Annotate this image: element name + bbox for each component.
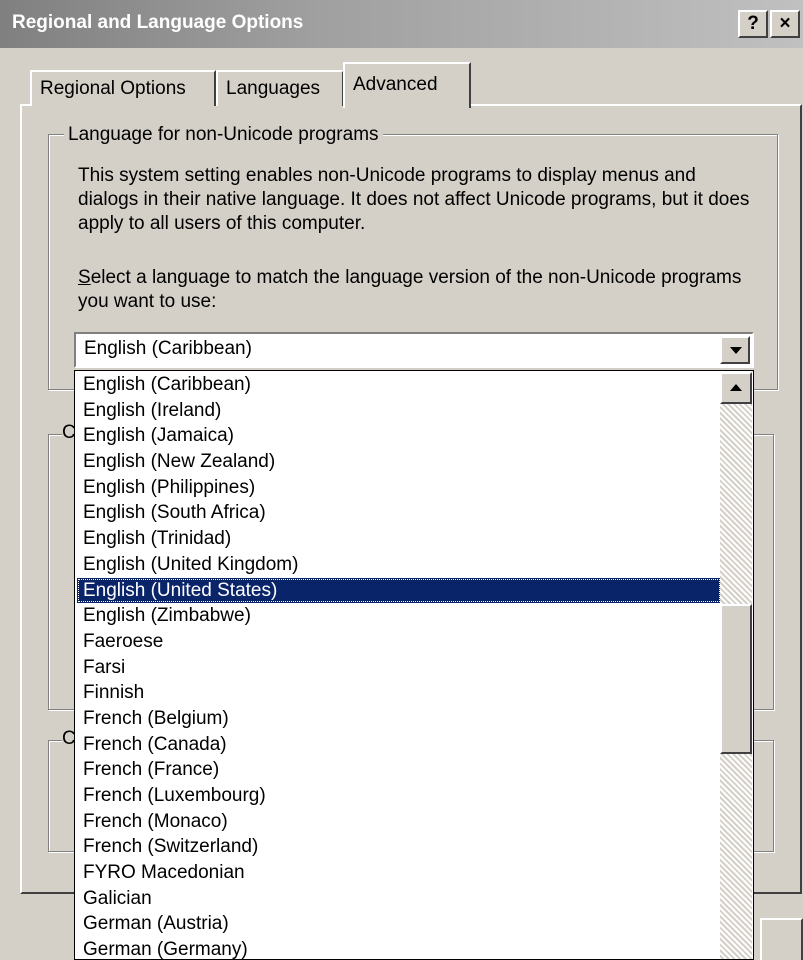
language-options: English (Caribbean) English (Ireland) Engl… (77, 372, 721, 959)
language-select-prompt: Select a language to match the language … (78, 266, 758, 314)
prompt-text: elect a language to match the language v… (78, 267, 742, 312)
dropdown-option[interactable]: Galician (77, 886, 721, 912)
dropdown-option[interactable]: English (Caribbean) (77, 372, 721, 398)
tab-regional-options[interactable]: Regional Options (30, 70, 216, 106)
dropdown-option[interactable]: English (United Kingdom) (77, 552, 721, 578)
dropdown-option[interactable]: French (Switzerland) (77, 834, 721, 860)
dropdown-option[interactable]: French (Belgium) (77, 706, 721, 732)
dropdown-option[interactable]: German (Austria) (77, 911, 721, 937)
dropdown-option[interactable]: English (Jamaica) (77, 423, 721, 449)
dropdown-option[interactable]: French (Luxembourg) (77, 783, 721, 809)
scroll-up-button[interactable] (720, 372, 752, 404)
group2-legend-stub: C (62, 422, 76, 446)
prompt-access-key: S (78, 267, 91, 288)
apply-button[interactable] (760, 918, 803, 960)
dropdown-option[interactable]: English (South Africa) (77, 500, 721, 526)
dropdown-option[interactable]: Faeroese (77, 629, 721, 655)
dropdown-option[interactable]: English (Philippines) (77, 475, 721, 501)
group-legend-non-unicode: Language for non-Unicode programs (64, 124, 383, 146)
dropdown-option[interactable]: French (Canada) (77, 732, 721, 758)
language-dropdown-list[interactable]: English (Caribbean) English (Ireland) Engl… (74, 370, 754, 960)
dropdown-option[interactable]: English (Zimbabwe) (77, 603, 721, 629)
dropdown-option[interactable]: Farsi (77, 655, 721, 681)
tab-advanced[interactable]: Advanced (343, 62, 471, 108)
window-title: Regional and Language Options (12, 12, 304, 33)
dropdown-option[interactable]: English (United States) (77, 577, 721, 604)
non-unicode-description: This system setting enables non-Unicode … (78, 165, 750, 234)
help-button[interactable]: ? (738, 10, 768, 38)
combobox-selected-value: English (Caribbean) (84, 338, 252, 359)
combobox-dropdown-button[interactable] (720, 336, 750, 364)
dropdown-option[interactable]: English (Ireland) (77, 398, 721, 424)
dropdown-option[interactable]: Finnish (77, 680, 721, 706)
dialog-window: Regional and Language Options ? × Region… (0, 0, 803, 960)
chevron-down-icon (730, 347, 742, 354)
dropdown-scrollbar[interactable] (720, 372, 752, 959)
dropdown-option[interactable]: French (France) (77, 757, 721, 783)
dropdown-option[interactable]: English (New Zealand) (77, 449, 721, 475)
tab-languages[interactable]: Languages (216, 70, 344, 106)
dropdown-option[interactable]: French (Monaco) (77, 809, 721, 835)
dropdown-option[interactable]: German (Germany) (77, 937, 721, 959)
close-button[interactable]: × (770, 10, 800, 38)
language-combobox[interactable]: English (Caribbean) (74, 332, 754, 368)
chevron-up-icon (730, 384, 742, 391)
scroll-thumb[interactable] (720, 604, 752, 754)
dropdown-option[interactable]: FYRO Macedonian (77, 860, 721, 886)
dropdown-option[interactable]: English (Trinidad) (77, 526, 721, 552)
group3-legend-stub: C (62, 728, 76, 752)
title-bar[interactable]: Regional and Language Options ? × (0, 0, 803, 48)
